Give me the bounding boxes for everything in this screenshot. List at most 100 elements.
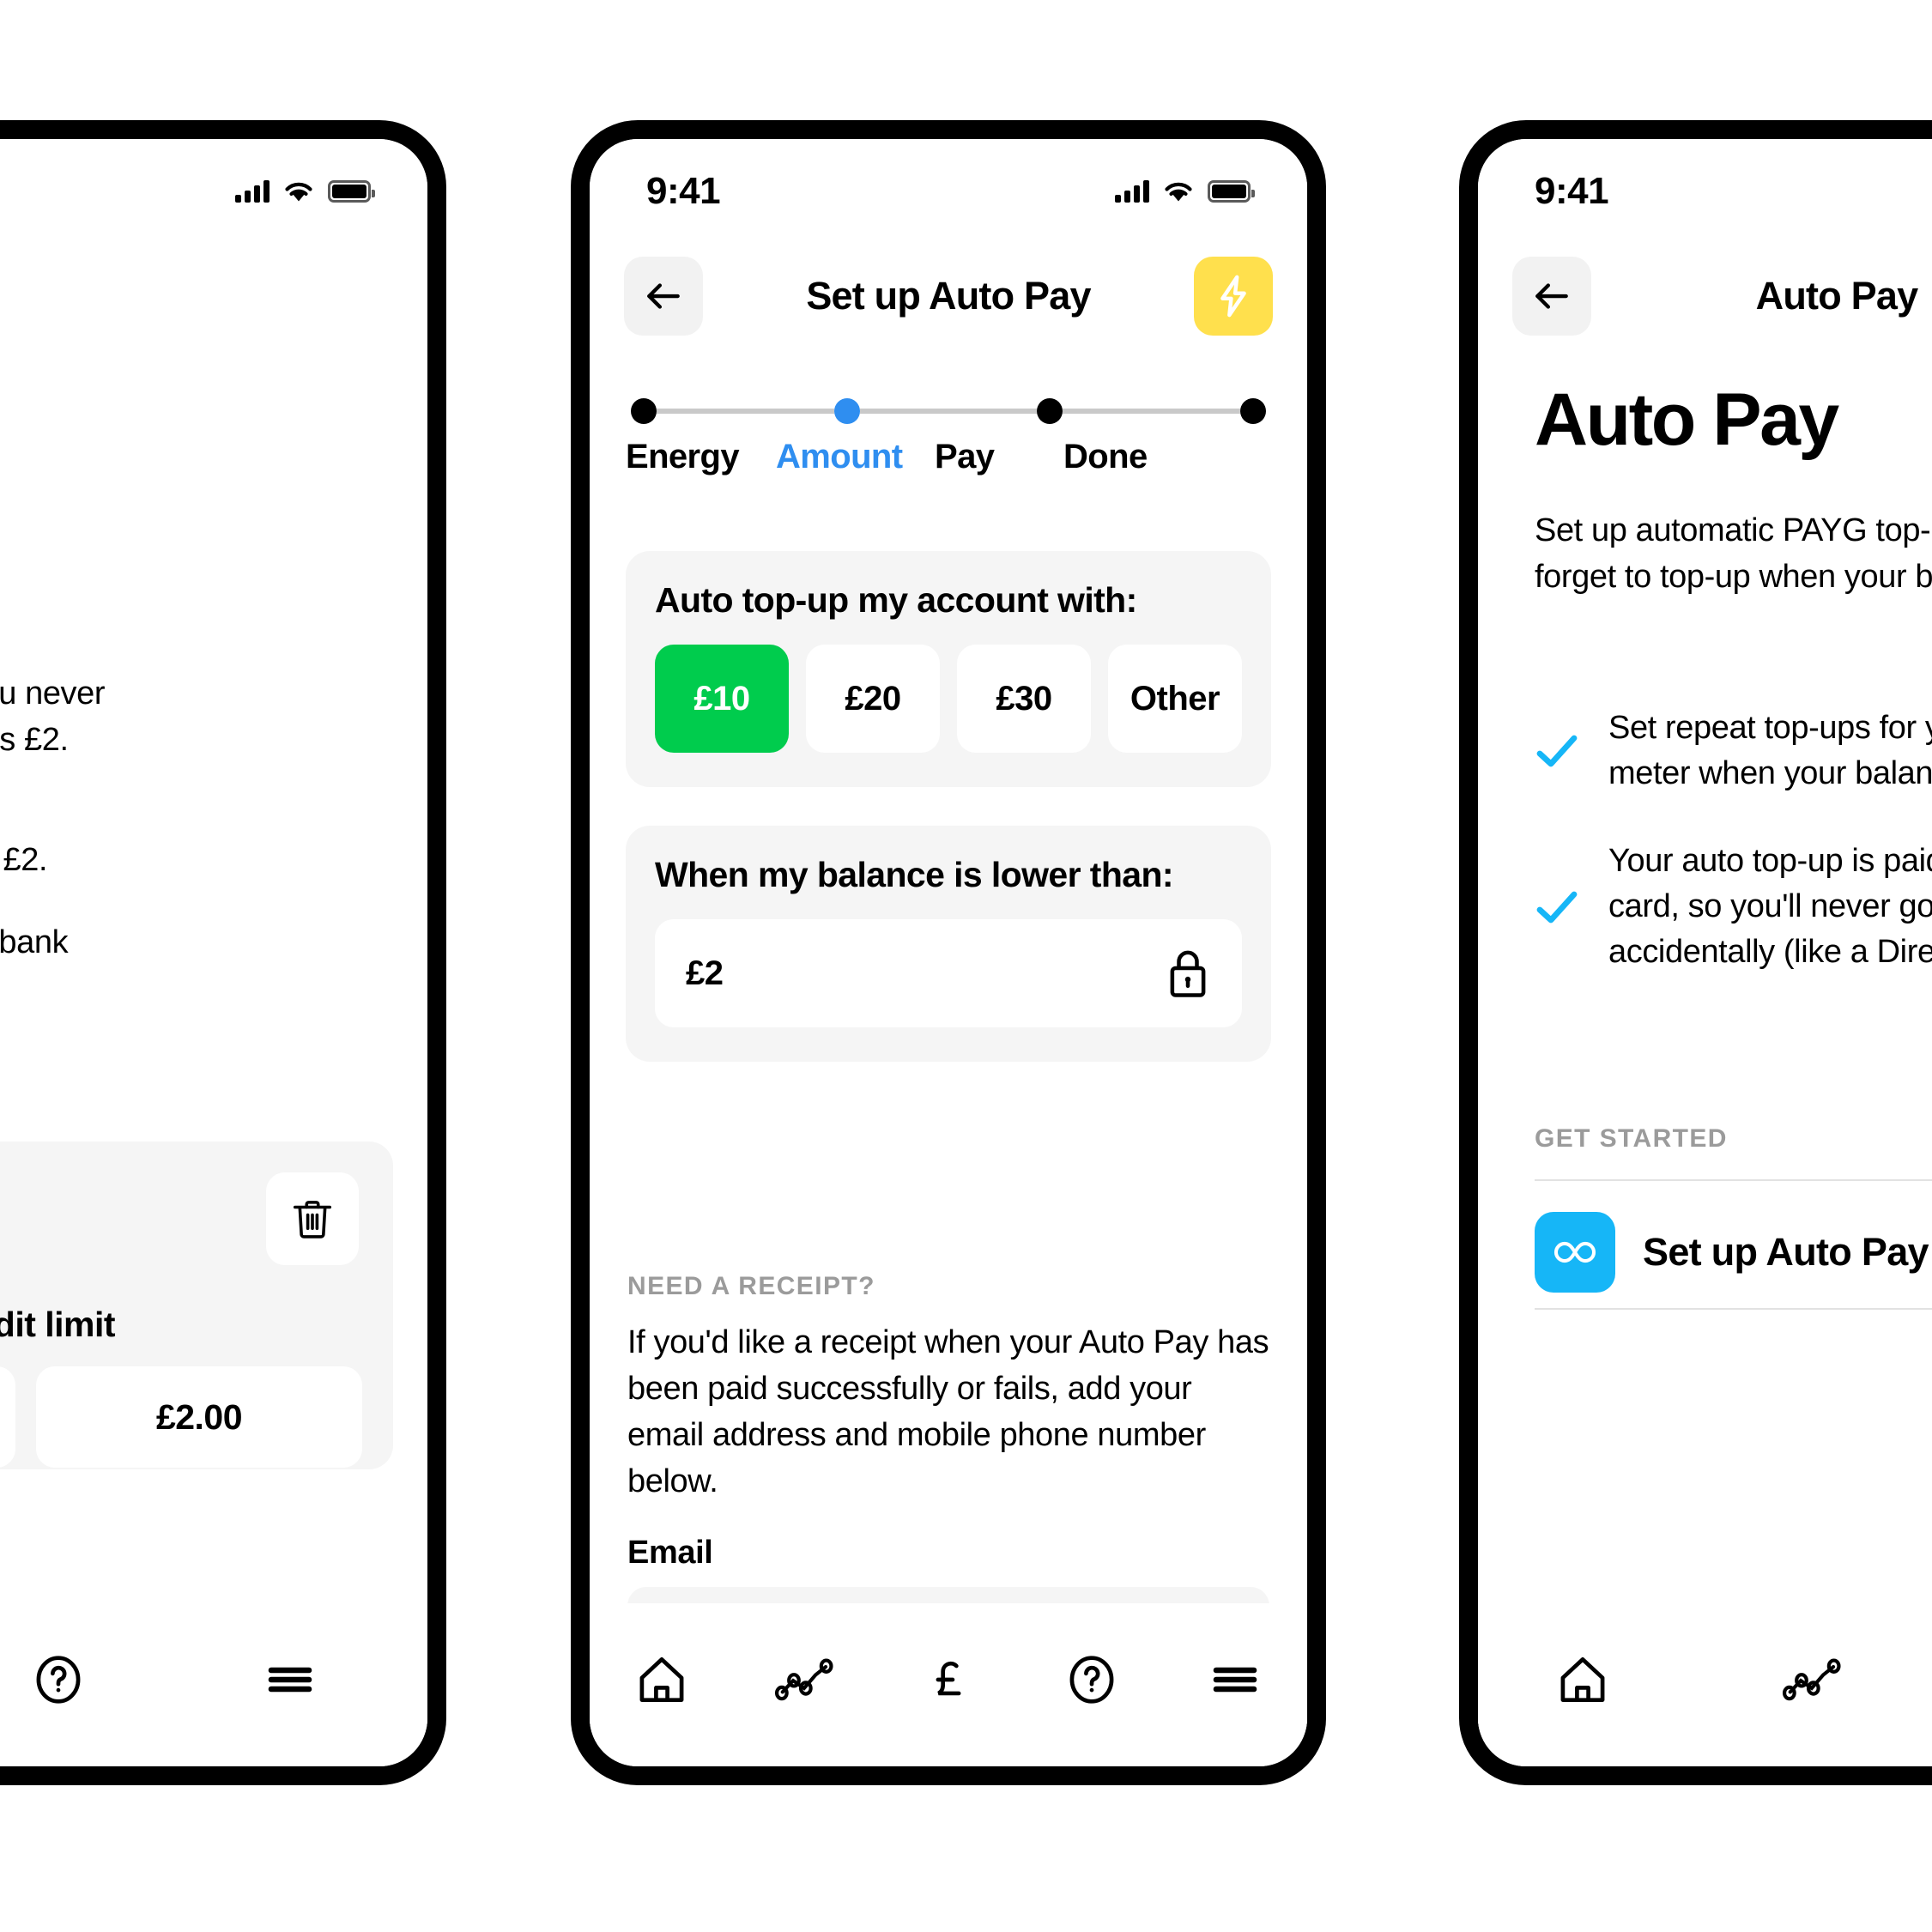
left-paragraph-2-text: op-ups for your PAYG your balance reache… (3, 841, 48, 878)
signal-bars-icon (235, 180, 270, 203)
tab-menu[interactable] (239, 1641, 342, 1718)
mid-status-bar: 9:41 (590, 163, 1307, 220)
left-page-title: Auto Pay (0, 274, 393, 318)
stepper-rail (626, 397, 1271, 426)
step-rail-3 (1063, 409, 1241, 414)
back-arrow-icon (1535, 283, 1568, 309)
lock-icon (1170, 950, 1206, 997)
signal-bars-icon (1115, 180, 1149, 203)
check-icon (1536, 891, 1578, 924)
wifi-icon (1165, 182, 1192, 202)
stepper-labels: Energy Amount Pay Done (626, 438, 1271, 476)
boost-button[interactable] (1194, 257, 1273, 336)
step-dot-energy[interactable] (631, 398, 657, 424)
mid-status-time: 9:41 (646, 170, 721, 212)
right-status-bar: 9:41 (1478, 163, 1932, 220)
question-circle-icon (1069, 1656, 1114, 1704)
credit-limit-value[interactable]: £2.00 (36, 1366, 362, 1468)
step-rail-1 (657, 409, 834, 414)
hamburger-menu-icon (268, 1667, 312, 1693)
left-paragraph-1: c PAYG top-ups so you never when your ba… (0, 671, 393, 764)
balance-threshold-title: When my balance is lower than: (655, 855, 1174, 894)
mid-navbar: Set up Auto Pay (590, 249, 1307, 343)
phone-left: Auto Pay c PAYG top-ups so you never whe… (0, 120, 446, 1785)
battery-icon (1208, 180, 1255, 203)
mid-screen: 9:41 Set up Auto Pay Energy Amount Pay D… (590, 139, 1307, 1766)
left-status-bar (0, 163, 427, 220)
home-icon (1560, 1657, 1605, 1702)
step-dot-pay[interactable] (1037, 398, 1063, 424)
setup-auto-pay-row[interactable]: Set up Auto Pay (1535, 1212, 1932, 1293)
right-heading: Auto Pay (1535, 379, 1839, 461)
tab-help[interactable] (7, 1641, 110, 1718)
left-navbar: Auto Pay (0, 249, 427, 343)
home-icon (639, 1657, 684, 1702)
hamburger-menu-icon (1214, 1667, 1257, 1693)
left-paragraph-3-text: o-up is paid with your bank ll never go … (0, 924, 69, 960)
benefit-item-2-text: Your auto top-up is paid card, so you'll… (1608, 843, 1932, 971)
balance-threshold-card: When my balance is lower than: £2 (626, 826, 1271, 1062)
right-status-time: 9:41 (1535, 170, 1609, 212)
balance-threshold-value: £2 (686, 954, 724, 992)
amount-option-30[interactable]: £30 (957, 645, 1091, 753)
left-paragraph-1-text: c PAYG top-ups so you never when your ba… (0, 675, 106, 758)
amount-option-other[interactable]: Other (1108, 645, 1242, 753)
right-intro-text: Set up automatic PAYG top-u forget to to… (1535, 512, 1932, 595)
mid-page-title: Set up Auto Pay (806, 274, 1091, 318)
topup-amount-card: Auto top-up my account with: £10 £20 £30… (626, 551, 1271, 787)
balance-threshold-input[interactable]: £2 (655, 919, 1242, 1027)
mid-status-icons (1115, 180, 1255, 203)
delete-credit-limit-button[interactable] (266, 1172, 359, 1265)
tab-usage[interactable] (1761, 1641, 1864, 1718)
credit-limit-label: Credit limit (0, 1305, 116, 1344)
lightning-bolt-icon (1220, 275, 1246, 318)
email-label: Email (627, 1534, 713, 1571)
step-label-pay: Pay (935, 438, 995, 475)
amount-option-20[interactable]: £20 (806, 645, 940, 753)
credit-limit-box-empty[interactable] (0, 1366, 15, 1468)
step-dot-amount[interactable] (833, 398, 860, 424)
left-screen: Auto Pay c PAYG top-ups so you never whe… (0, 139, 427, 1766)
benefit-item-1-text: Set repeat top-ups for yo meter when you… (1608, 710, 1932, 792)
tab-menu[interactable] (1184, 1641, 1287, 1718)
step-label-done: Done (1063, 438, 1148, 475)
right-tab-bar (1478, 1603, 1932, 1766)
benefit-item-1: Set repeat top-ups for yo meter when you… (1535, 706, 1932, 796)
wifi-icon (285, 182, 312, 202)
credit-limit-card: Credit limit £2.00 (0, 1142, 393, 1469)
trash-icon (293, 1201, 332, 1239)
back-arrow-icon (647, 283, 680, 309)
mid-tab-bar (590, 1603, 1307, 1766)
phone-right: 9:41 Auto Pay Auto Pay Set up automatic … (1459, 120, 1932, 1785)
usage-graph-icon (774, 1658, 833, 1701)
get-started-divider-top (1535, 1179, 1932, 1181)
tab-help[interactable] (1040, 1641, 1143, 1718)
left-paragraph-3: o-up is paid with your bank ll never go … (0, 920, 393, 1059)
topup-amount-title: Auto top-up my account with: (655, 580, 1137, 620)
right-page-title: Auto Pay (1755, 274, 1918, 318)
receipt-description: If you'd like a receipt when your Auto P… (627, 1324, 1269, 1499)
back-button[interactable] (1512, 257, 1591, 336)
step-label-amount: Amount (776, 438, 903, 475)
tab-pay[interactable] (897, 1641, 1000, 1718)
tab-home[interactable] (1531, 1641, 1634, 1718)
amount-option-10[interactable]: £10 (655, 645, 789, 753)
setup-stepper: Energy Amount Pay Done (626, 397, 1271, 476)
left-status-icons (235, 180, 375, 203)
tab-home[interactable] (610, 1641, 713, 1718)
topup-amount-options: £10 £20 £30 Other (655, 645, 1242, 753)
benefit-item-2: Your auto top-up is paid card, so you'll… (1535, 839, 1932, 976)
battery-icon (328, 180, 375, 203)
left-paragraph-2: op-ups for your PAYG your balance reache… (0, 791, 393, 884)
phone-middle: 9:41 Set up Auto Pay Energy Amount Pay D… (571, 120, 1326, 1785)
step-rail-2 (859, 409, 1038, 414)
setup-auto-pay-label: Set up Auto Pay (1643, 1230, 1929, 1274)
tab-usage[interactable] (754, 1641, 857, 1718)
step-label-energy: Energy (626, 438, 740, 475)
credit-limit-row: £2.00 (0, 1366, 362, 1468)
step-dot-done[interactable] (1240, 398, 1267, 424)
pound-icon (936, 1661, 961, 1696)
right-navbar: Auto Pay (1478, 249, 1932, 343)
check-icon (1536, 735, 1578, 767)
back-button[interactable] (624, 257, 703, 336)
